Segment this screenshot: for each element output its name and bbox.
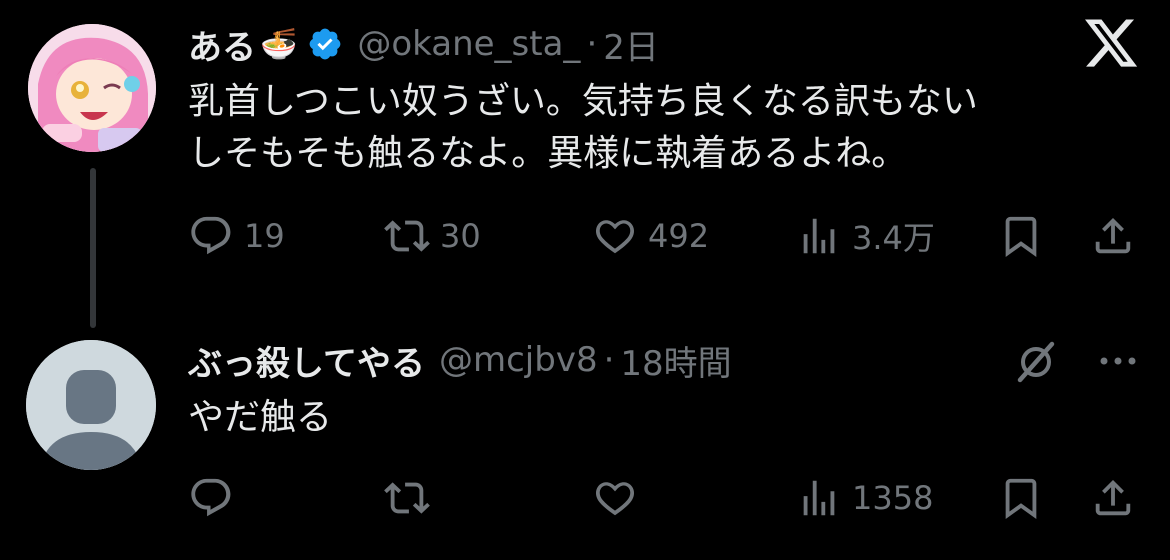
mute-icon[interactable]: [1014, 340, 1058, 384]
bookmark-button[interactable]: [998, 213, 1044, 259]
share-icon: [1095, 217, 1131, 254]
reply-icon: [191, 216, 231, 255]
like-button[interactable]: 492: [592, 213, 709, 259]
retweet-button[interactable]: [384, 475, 440, 521]
tweet2-timestamp[interactable]: 18時間: [620, 336, 731, 385]
views-button[interactable]: 3.4万: [796, 213, 935, 259]
like-count: 492: [648, 217, 710, 255]
retweet-button[interactable]: 30: [384, 213, 481, 259]
retweet-icon: [384, 220, 430, 252]
separator-dot: ·: [603, 340, 615, 380]
like-icon: [595, 220, 635, 254]
verified-badge-icon: [307, 26, 343, 62]
reply-button[interactable]: 19: [188, 213, 285, 259]
tweet1-handle[interactable]: @okane_sta_: [357, 24, 580, 64]
avatar-illustration: [28, 24, 156, 152]
views-icon: [803, 480, 835, 516]
ramen-emoji: 🍜: [260, 26, 298, 62]
tweet1-timestamp[interactable]: 2日: [603, 20, 659, 69]
bookmark-icon: [1005, 216, 1037, 257]
reply-button[interactable]: [188, 475, 244, 521]
reply-icon: [191, 478, 231, 517]
tweet1-text-line1: 乳首しつこい奴うざい。気持ち良くなる訳もない: [188, 81, 978, 122]
reply-count: 19: [244, 217, 285, 255]
tweet1-header: ある 🍜 @okane_sta_ · 2日: [188, 20, 659, 69]
bookmark-button[interactable]: [998, 475, 1044, 521]
retweet-icon: [384, 482, 430, 514]
tweet2-display-name[interactable]: ぶっ殺してやる: [188, 336, 425, 385]
tweet2-header: ぶっ殺してやる @mcjbv8 · 18時間: [188, 336, 732, 385]
views-icon: [803, 218, 835, 254]
x-logo-icon[interactable]: [1082, 14, 1140, 72]
tweet2-handle[interactable]: @mcjbv8: [439, 340, 598, 380]
bookmark-icon: [1005, 478, 1037, 519]
like-button[interactable]: [592, 475, 648, 521]
share-button[interactable]: [1090, 213, 1136, 259]
default-avatar-icon: [26, 340, 156, 470]
tweet2-text: やだ触る: [188, 397, 333, 438]
tweet1-display-name[interactable]: ある: [188, 20, 256, 69]
tweet1-text-line2: しそもそも触るなよ。異様に執着あるよね。: [188, 133, 908, 174]
tweet1-text: 乳首しつこい奴うざい。気持ち良くなる訳もない しそもそも触るなよ。異様に執着ある…: [188, 76, 1128, 180]
separator-dot: ·: [586, 24, 598, 64]
views-count: 3.4万: [852, 219, 935, 257]
tweet2-actions: 1358: [188, 470, 1142, 526]
tweet1-actions: 19 30 492 3.4万: [188, 208, 1142, 264]
thread-connector-line: [90, 168, 96, 328]
avatar-okane-sta[interactable]: [28, 24, 156, 152]
avatar-default[interactable]: [26, 340, 156, 470]
views-count: 1358: [852, 479, 934, 517]
like-icon: [595, 482, 635, 516]
retweet-count: 30: [440, 217, 481, 255]
views-button[interactable]: 1358: [796, 475, 933, 521]
more-icon[interactable]: [1096, 346, 1140, 376]
share-icon: [1095, 479, 1131, 516]
share-button[interactable]: [1090, 475, 1136, 521]
